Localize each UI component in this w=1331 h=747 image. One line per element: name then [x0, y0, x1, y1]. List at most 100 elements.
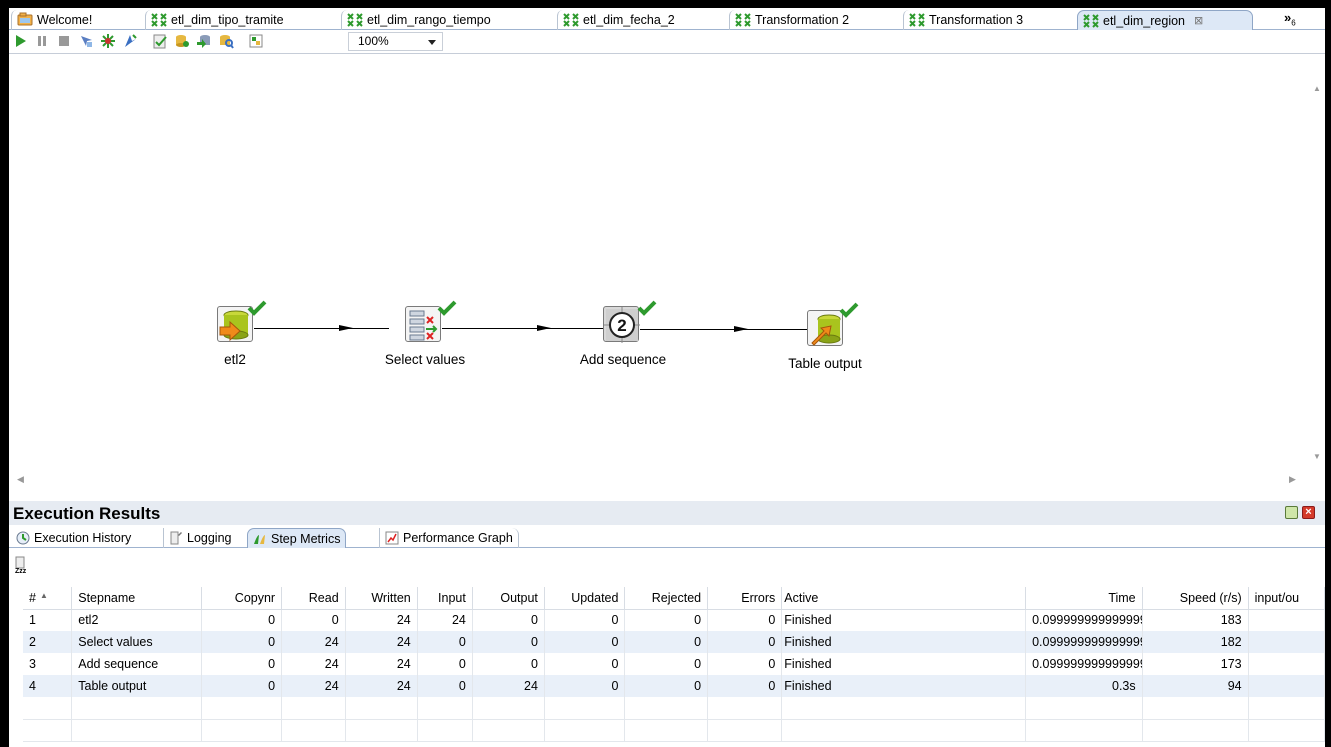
tab-transformation-2[interactable]: Transformation 2: [729, 10, 899, 30]
scroll-down-icon[interactable]: ▼: [1313, 452, 1321, 461]
canvas-vertical-scrollbar[interactable]: ▲ ▼: [1308, 54, 1325, 472]
empty-cell: [624, 697, 709, 720]
table-cell: 24: [417, 609, 473, 631]
column-header[interactable]: # ▲: [23, 587, 73, 610]
column-header[interactable]: Output: [472, 587, 545, 610]
refresh-icon[interactable]: Zzz: [13, 556, 31, 574]
results-title: Execution Results: [13, 504, 161, 523]
step-label: Select values: [384, 352, 466, 367]
tab-performance-graph[interactable]: Performance Graph: [379, 528, 519, 548]
tab-etl-dim-rango-tiempo[interactable]: etl_dim_rango_tiempo: [341, 10, 551, 30]
table-row[interactable]: 4 Table output 0 24 24 0 24 0 0 0 Finished 0.3s 94: [23, 675, 1325, 697]
scroll-up-icon[interactable]: ▲: [1313, 84, 1321, 93]
pause-icon[interactable]: [34, 33, 50, 49]
empty-cell: [781, 719, 1027, 742]
column-header[interactable]: Updated: [544, 587, 626, 610]
results-header: Execution Results ×: [9, 501, 1325, 525]
check-icon: [247, 300, 267, 316]
column-header[interactable]: Written: [345, 587, 418, 610]
empty-cell: [23, 719, 73, 742]
hop-etl2-select-values[interactable]: [254, 328, 389, 329]
table-cell: 0: [201, 675, 283, 697]
logging-icon: [170, 531, 182, 545]
table-cell: 0: [201, 631, 283, 653]
empty-row: [23, 697, 1325, 720]
tab-logging[interactable]: Logging: [163, 528, 237, 548]
hop-select-values-add-sequence[interactable]: [442, 328, 604, 329]
table-row[interactable]: 2 Select values 0 24 24 0 0 0 0 0 Finished 0.099999…: [23, 631, 1325, 653]
scroll-right-icon[interactable]: ▶: [1289, 474, 1296, 485]
tab-etl-dim-region[interactable]: etl_dim_region ⊠: [1077, 10, 1253, 30]
table-cell: Finished: [781, 675, 1027, 697]
explore-db-icon[interactable]: [218, 33, 234, 49]
empty-cell: [1025, 719, 1143, 742]
column-header[interactable]: input/ou: [1248, 587, 1325, 610]
scroll-left-icon[interactable]: ◀: [17, 474, 24, 485]
tab-label: etl_dim_rango_tiempo: [367, 13, 491, 27]
empty-cell: [472, 697, 545, 720]
verify-icon[interactable]: [152, 33, 168, 49]
table-cell: 24: [281, 675, 346, 697]
svg-text:2: 2: [617, 316, 626, 335]
table-cell: Finished: [781, 609, 1027, 631]
table-cell: 0: [472, 631, 545, 653]
tab-transformation-3[interactable]: Transformation 3: [903, 10, 1073, 30]
column-header[interactable]: Copynr: [201, 587, 283, 610]
column-header[interactable]: Speed (r/s): [1142, 587, 1249, 610]
table-cell: 24: [345, 609, 418, 631]
table-cell: 24: [345, 653, 418, 675]
show-results-icon[interactable]: [248, 33, 264, 49]
step-select-values[interactable]: [405, 306, 441, 342]
step-metrics-table: # ▲ Stepname Copynr Read Written Input Ou…: [23, 587, 1325, 742]
close-icon[interactable]: ×: [1302, 506, 1315, 519]
tab-welcome[interactable]: Welcome!: [11, 10, 139, 30]
column-header[interactable]: Active: [781, 587, 1027, 610]
table-cell: etl2: [71, 609, 202, 631]
column-header[interactable]: Errors: [707, 587, 783, 610]
column-header[interactable]: Input: [417, 587, 473, 610]
transformation-icon: [909, 13, 925, 27]
table-cell: 94: [1142, 675, 1249, 697]
tab-execution-history[interactable]: Execution History: [11, 528, 136, 548]
column-header[interactable]: Read: [281, 587, 346, 610]
tab-etl-dim-tipo-tramite[interactable]: etl_dim_tipo_tramite: [145, 10, 335, 30]
column-header[interactable]: Stepname: [71, 587, 202, 610]
impact-icon[interactable]: [174, 33, 190, 49]
stop-icon[interactable]: [56, 33, 72, 49]
tab-step-metrics[interactable]: Step Metrics: [247, 528, 347, 548]
maximize-icon[interactable]: [1285, 506, 1298, 519]
hop-arrowhead: [537, 325, 551, 331]
step-add-sequence[interactable]: 2: [603, 306, 640, 343]
column-header[interactable]: Rejected: [624, 587, 709, 610]
debug-icon[interactable]: [100, 33, 116, 49]
zoom-select[interactable]: 100%: [348, 32, 443, 51]
preview-icon[interactable]: [78, 33, 94, 49]
tab-label: etl_dim_tipo_tramite: [171, 13, 284, 27]
run-icon[interactable]: [12, 33, 28, 49]
tab-overflow-button[interactable]: »6: [1284, 10, 1296, 28]
toolbar: 100%: [9, 30, 1325, 52]
step-table-output[interactable]: [807, 310, 843, 346]
tab-etl-dim-fecha-2[interactable]: etl_dim_fecha_2: [557, 10, 725, 30]
hop-add-sequence-table-output[interactable]: [640, 329, 808, 330]
empty-cell: [1025, 697, 1143, 720]
table-cell: 2: [23, 631, 73, 653]
table-cell: 0.3s: [1025, 675, 1143, 697]
column-header[interactable]: Time: [1025, 587, 1143, 610]
table-row[interactable]: 3 Add sequence 0 24 24 0 0 0 0 0 Finished 0.0999999…: [23, 653, 1325, 675]
empty-cell: [1142, 719, 1249, 742]
canvas-horizontal-scrollbar[interactable]: ◀ ▶: [9, 471, 1308, 489]
execution-results-panel: Execution Results × Execution History Lo…: [9, 501, 1325, 747]
transformation-icon: [563, 13, 579, 27]
sql-icon[interactable]: [196, 33, 212, 49]
tab-label: etl_dim_fecha_2: [583, 13, 675, 27]
replay-icon[interactable]: [122, 33, 138, 49]
table-cell: 0: [624, 675, 709, 697]
table-cell: 0: [707, 653, 783, 675]
hop-arrowhead: [734, 326, 748, 332]
transformation-canvas[interactable]: etl2 Select values 2 Add sequence Table …: [9, 53, 1325, 489]
table-cell: Table output: [71, 675, 202, 697]
table-row[interactable]: 1etl20024240000Finished0.099999999999999…: [23, 609, 1325, 631]
table-cell: 0: [472, 653, 545, 675]
close-tab-icon[interactable]: ⊠: [1194, 14, 1203, 27]
